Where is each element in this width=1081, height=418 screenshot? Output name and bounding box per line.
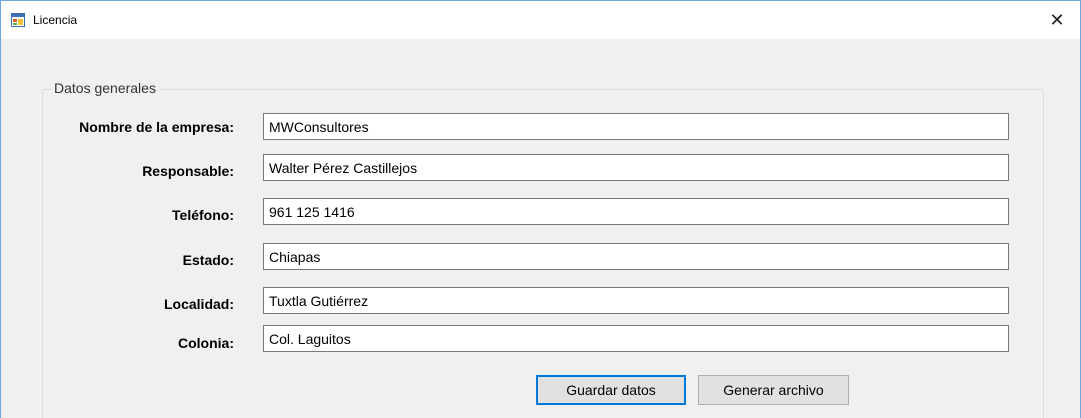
group-legend: Datos generales: [51, 80, 159, 96]
save-data-button[interactable]: Guardar datos: [536, 375, 686, 405]
window-title: Licencia: [33, 13, 78, 27]
locality-field[interactable]: [263, 287, 1009, 314]
responsible-label: Responsable:: [142, 163, 234, 179]
neighborhood-field[interactable]: [263, 325, 1009, 352]
phone-label: Teléfono:: [172, 207, 234, 223]
close-button[interactable]: ✕: [1034, 1, 1080, 39]
app-window-icon: [11, 13, 25, 27]
license-window: Licencia ✕ Datos generales Nombre de la …: [0, 0, 1081, 418]
generate-file-button[interactable]: Generar archivo: [698, 375, 849, 405]
company-name-field[interactable]: [263, 113, 1009, 140]
state-label: Estado:: [182, 252, 234, 268]
responsible-field[interactable]: [263, 154, 1009, 181]
title-bar[interactable]: Licencia ✕: [1, 1, 1080, 39]
state-field[interactable]: [263, 243, 1009, 270]
locality-label: Localidad:: [163, 296, 234, 312]
company-name-label: Nombre de la empresa:: [79, 119, 234, 135]
phone-field[interactable]: [263, 198, 1009, 225]
neighborhood-label: Colonia:: [178, 335, 234, 351]
close-icon: ✕: [1049, 9, 1065, 30]
